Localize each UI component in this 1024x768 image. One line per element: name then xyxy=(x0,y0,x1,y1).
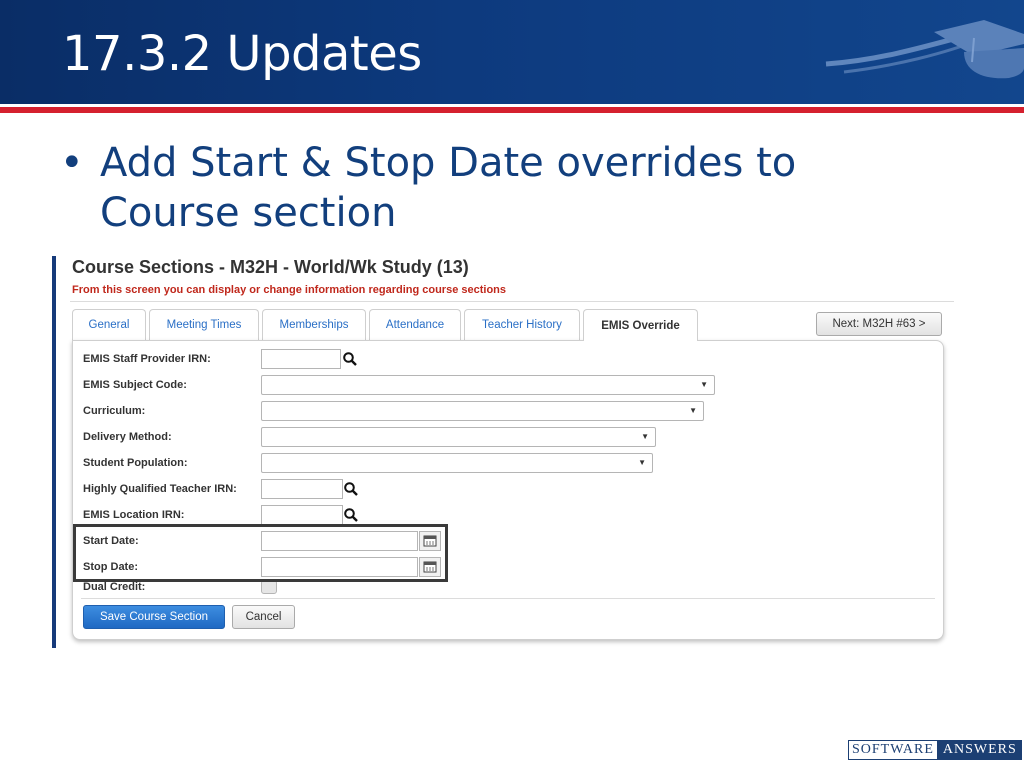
magnifier-icon[interactable] xyxy=(342,351,358,367)
magnifier-icon[interactable] xyxy=(343,507,359,523)
tab-meeting-times[interactable]: Meeting Times xyxy=(149,309,259,340)
header-divider-red xyxy=(0,107,1024,113)
location-irn-label: EMIS Location IRN: xyxy=(83,509,185,521)
software-answers-logo: SOFTWARE ANSWERS xyxy=(848,740,1022,760)
next-section-button[interactable]: Next: M32H #63 > xyxy=(816,312,942,336)
logo-answers-text: ANSWERS xyxy=(937,740,1022,760)
caret-down-icon: ▼ xyxy=(641,432,649,441)
student-population-label: Student Population: xyxy=(83,457,188,469)
hq-teacher-irn-input[interactable] xyxy=(261,479,343,499)
screen-title: Course Sections - M32H - World/Wk Study … xyxy=(72,257,469,277)
cancel-button[interactable]: Cancel xyxy=(232,605,295,629)
hq-teacher-irn-label: Highly Qualified Teacher IRN: xyxy=(83,483,237,495)
caret-down-icon: ▼ xyxy=(689,406,697,415)
bullet-text: Add Start & Stop Date overrides to Cours… xyxy=(100,140,797,236)
logo-software-text: SOFTWARE xyxy=(848,740,938,760)
form-divider xyxy=(81,598,935,599)
staff-provider-irn-input[interactable] xyxy=(261,349,341,369)
student-population-select[interactable]: ▼ xyxy=(261,453,653,473)
tab-memberships[interactable]: Memberships xyxy=(262,309,366,340)
slide-title: 17.3.2 Updates xyxy=(62,26,422,82)
curriculum-label: Curriculum: xyxy=(83,405,146,417)
slide-header: 17.3.2 Updates xyxy=(0,0,1024,104)
staff-provider-irn-label: EMIS Staff Provider IRN: xyxy=(83,353,211,365)
save-course-section-button[interactable]: Save Course Section xyxy=(83,605,225,629)
curriculum-select[interactable]: ▼ xyxy=(261,401,704,421)
caret-down-icon: ▼ xyxy=(700,380,708,389)
tab-general[interactable]: General xyxy=(72,309,146,340)
graduation-cap-icon xyxy=(825,20,1024,79)
subject-code-select[interactable]: ▼ xyxy=(261,375,715,395)
delivery-method-select[interactable]: ▼ xyxy=(261,427,656,447)
screenshot-left-rule xyxy=(52,256,56,648)
screen-subtitle: From this screen you can display or chan… xyxy=(72,284,506,296)
course-sections-screenshot: Course Sections - M32H - World/Wk Study … xyxy=(52,256,956,650)
delivery-method-label: Delivery Method: xyxy=(83,431,172,443)
subject-code-label: EMIS Subject Code: xyxy=(83,379,187,391)
date-override-highlight xyxy=(73,524,448,582)
tab-teacher-history[interactable]: Teacher History xyxy=(464,309,580,340)
location-irn-input[interactable] xyxy=(261,505,343,525)
title-divider xyxy=(70,301,954,302)
dual-credit-checkbox[interactable] xyxy=(261,580,277,594)
tab-emis-override[interactable]: EMIS Override xyxy=(583,309,698,341)
magnifier-icon[interactable] xyxy=(343,481,359,497)
emis-override-panel: EMIS Staff Provider IRN: EMIS Subject Co… xyxy=(72,340,944,640)
tab-attendance[interactable]: Attendance xyxy=(369,309,461,340)
dual-credit-label: Dual Credit: xyxy=(83,581,146,593)
bullet-marker: • xyxy=(60,140,84,186)
caret-down-icon: ▼ xyxy=(638,458,646,467)
